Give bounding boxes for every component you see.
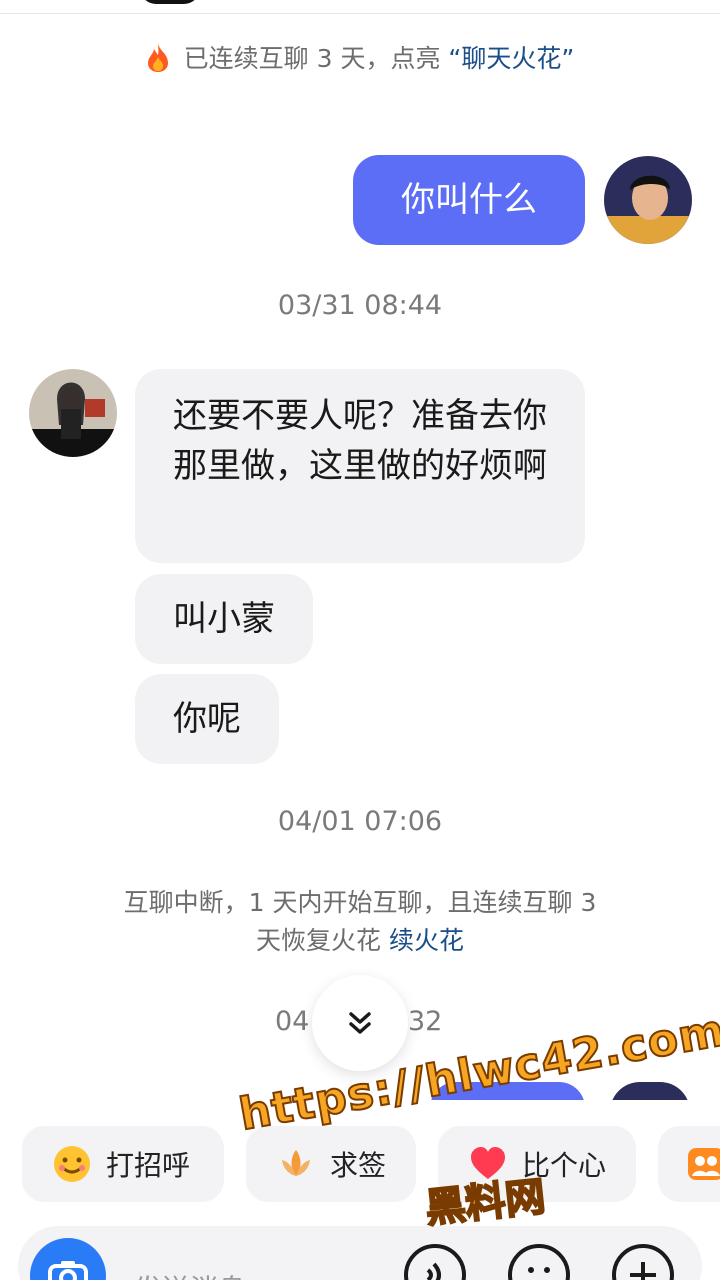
contact-avatar[interactable]	[29, 369, 117, 457]
streak-text: 已连续互聊 3 天，点亮	[183, 44, 449, 73]
camera-icon	[48, 1261, 88, 1280]
header-fragment	[140, 0, 200, 4]
top-bar	[0, 0, 720, 14]
streak-highlight[interactable]: “聊天火花”	[448, 44, 574, 73]
message-bubble-incoming[interactable]: 还要不要人呢？准备去你那里做，这里做的好烦啊	[135, 369, 585, 563]
message-bubble-outgoing[interactable]: 你叫什么	[353, 155, 585, 245]
timestamp: 03/31 08:44	[277, 290, 443, 321]
streak-notice: 已连续互聊 3 天，点亮 “聊天火花”	[0, 40, 720, 78]
my-avatar[interactable]	[604, 156, 692, 244]
renew-spark-link[interactable]: 续火花	[389, 926, 464, 955]
quick-action-fortune[interactable]: 求签	[246, 1126, 416, 1202]
interrupt-notice: 互聊中断，1 天内开始互聊，且连续互聊 3 天恢复火花 续火花	[0, 884, 720, 960]
quick-action-label: 打招呼	[106, 1149, 191, 1182]
quick-action-greet[interactable]: 打招呼	[22, 1126, 224, 1202]
smile-emoji-icon	[50, 1142, 94, 1186]
quick-action-group[interactable]	[658, 1126, 720, 1202]
emoji-icon	[528, 1267, 550, 1273]
flame-icon	[147, 44, 168, 72]
emoji-button[interactable]	[508, 1244, 570, 1280]
message-bubble-incoming[interactable]: 叫小蒙	[135, 574, 313, 664]
message-bubble-incoming[interactable]: 你呢	[135, 674, 279, 764]
double-chevron-down-icon	[349, 1012, 371, 1034]
message-input[interactable]: 发送消息	[134, 1268, 246, 1280]
watermark: 黑料网	[422, 1173, 548, 1233]
lotus-icon	[274, 1142, 318, 1186]
group-icon	[684, 1142, 720, 1186]
voice-icon	[426, 1262, 441, 1280]
interrupt-text: 互聊中断，1 天内开始互聊，且连续互聊 3 天恢复火花	[123, 888, 597, 955]
plus-icon	[630, 1262, 656, 1280]
quick-action-label: 求签	[330, 1149, 387, 1182]
scroll-to-bottom-button[interactable]	[312, 975, 408, 1071]
chat-screen: 已连续互聊 3 天，点亮 “聊天火花” 你叫什么 03/31 08:44 还要不…	[0, 0, 720, 1280]
more-button[interactable]	[612, 1244, 674, 1280]
camera-button[interactable]	[30, 1238, 106, 1280]
voice-button[interactable]	[404, 1244, 466, 1280]
timestamp: 04/01 07:06	[277, 806, 443, 837]
timestamp-partial: 04	[275, 1006, 310, 1037]
timestamp-partial: 32	[408, 1006, 443, 1037]
message-input-bar: 发送消息	[18, 1226, 702, 1280]
